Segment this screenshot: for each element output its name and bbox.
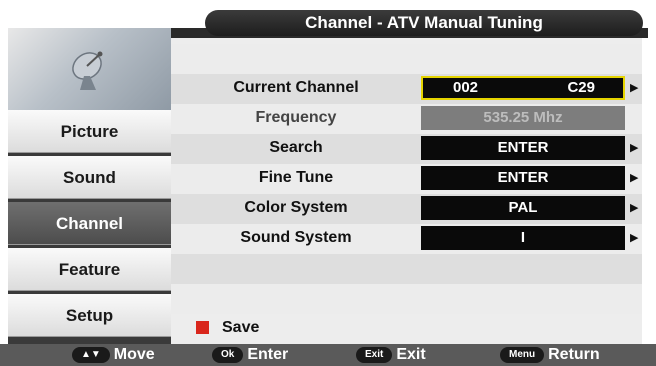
exit-key-icon: Exit	[356, 347, 393, 363]
hint-move-label: Move	[113, 346, 155, 363]
page-title: Channel - ATV Manual Tuning	[205, 10, 643, 36]
hint-enter: Ok Enter	[212, 344, 288, 366]
hint-move: ▲▼ Move	[72, 344, 155, 366]
current-channel-label: Current Channel	[233, 79, 359, 96]
row-band	[171, 44, 642, 74]
hint-return: Menu Return	[500, 344, 600, 366]
arrow-right-icon: ▶	[630, 82, 639, 94]
color-system-select[interactable]: PAL	[421, 196, 625, 220]
tv-osd-screen: Channel - ATV Manual Tuning Picture Soun…	[0, 0, 656, 366]
sidebar-item-feature[interactable]: Feature	[8, 248, 171, 291]
hint-enter-label: Enter	[247, 346, 289, 363]
fine-tune-label: Fine Tune	[258, 169, 334, 186]
row-band	[171, 254, 642, 284]
fine-tune-button[interactable]: ENTER	[421, 166, 625, 190]
arrow-right-icon: ▶	[630, 232, 639, 244]
hint-exit-label: Exit	[396, 346, 426, 363]
current-channel-value[interactable]: 002 C29	[421, 76, 625, 100]
frequency-label: Frequency	[255, 109, 337, 126]
sidebar-item-setup[interactable]: Setup	[8, 294, 171, 337]
frequency-value: 535.25 Mhz	[421, 106, 625, 130]
updown-key-icon: ▲▼	[72, 347, 110, 363]
sidebar-item-sound[interactable]: Sound	[8, 156, 171, 199]
channel-logo	[8, 28, 171, 110]
search-label: Search	[269, 139, 323, 156]
hint-return-label: Return	[548, 346, 600, 363]
color-system-label: Color System	[244, 199, 348, 216]
ok-key-icon: Ok	[212, 347, 244, 363]
arrow-right-icon: ▶	[630, 142, 639, 154]
sidebar-item-picture[interactable]: Picture	[8, 110, 171, 153]
sound-system-select[interactable]: I	[421, 226, 625, 250]
channel-number: 002	[453, 79, 479, 96]
row-band	[171, 284, 642, 314]
channel-name: C29	[567, 79, 595, 96]
menu-key-icon: Menu	[500, 347, 545, 363]
arrow-right-icon: ▶	[630, 172, 639, 184]
save-label: Save	[222, 319, 260, 336]
red-key-icon	[196, 321, 209, 334]
sound-system-label: Sound System	[240, 229, 352, 246]
search-button[interactable]: ENTER	[421, 136, 625, 160]
arrow-right-icon: ▶	[630, 202, 639, 214]
satellite-dish-icon	[72, 51, 103, 90]
sidebar-item-channel[interactable]: Channel	[8, 202, 171, 245]
hint-exit: Exit Exit	[356, 344, 426, 366]
footer-bar: ▲▼ Move Ok Enter Exit Exit Menu Return	[0, 344, 656, 366]
